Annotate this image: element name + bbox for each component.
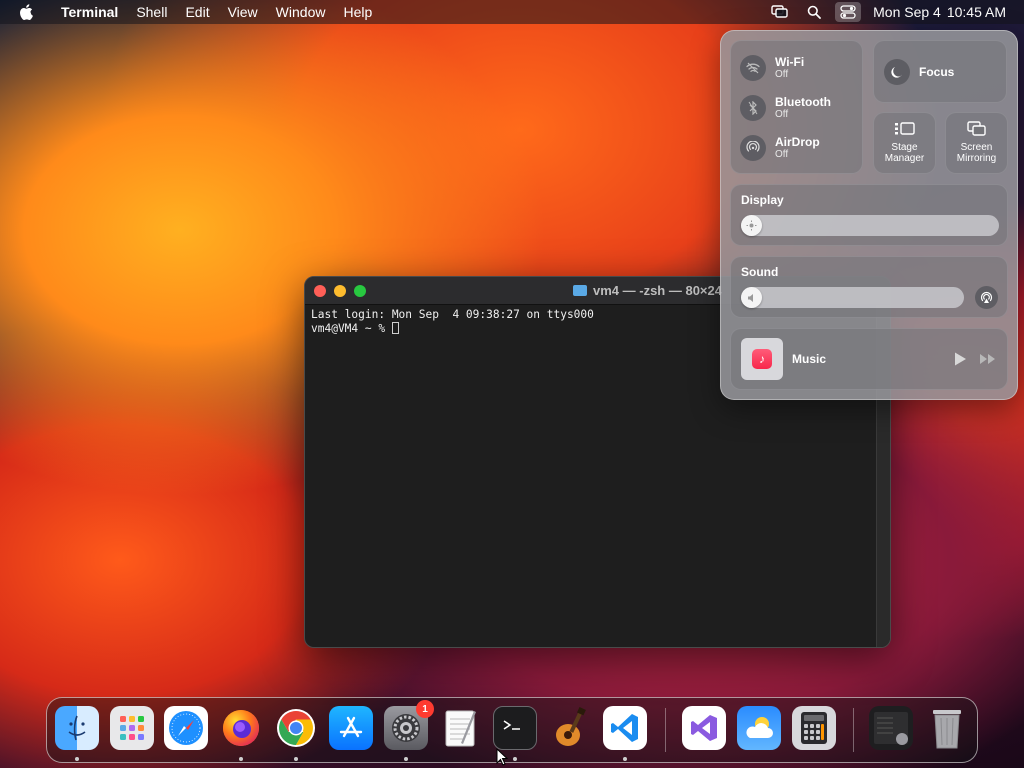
terminal-title-text: vm4 — -zsh — 80×24 [593,283,722,298]
spotlight-search-icon[interactable] [801,2,827,22]
dock-launchpad-icon[interactable] [110,706,154,750]
now-playing-module[interactable]: ♪ Music [730,328,1008,390]
sound-module: Sound [730,256,1008,318]
music-app-icon: ♪ [752,349,772,369]
dock-firefox-running-dot [239,757,243,761]
screen-mirroring-status-icon[interactable] [767,2,793,22]
bluetooth-status: Off [775,108,789,120]
screen-mirroring-icon [966,121,986,136]
dock-separator-2 [853,708,854,752]
dock-vscode-running-dot [623,757,627,761]
screen-mirroring-label-line2: Mirroring [956,153,997,164]
menu-window[interactable]: Window [267,0,335,24]
display-module: Display [730,184,1008,246]
display-brightness-slider[interactable] [741,215,999,236]
dock-chrome-running-dot [294,757,298,761]
dock-terminal-running-dot [513,757,517,761]
airdrop-icon [740,135,766,161]
music-label: Music [792,352,827,366]
speaker-icon[interactable] [741,287,762,308]
wifi-off-icon [740,55,766,81]
wifi-toggle[interactable]: Wi-Fi Off [740,55,804,81]
folder-icon [573,285,587,296]
dock-garageband-icon[interactable] [548,706,592,750]
stage-manager-label: Stage Manager [885,142,924,164]
dock-app-store-icon[interactable] [329,706,373,750]
dock-system-settings-running-dot [404,757,408,761]
control-center-panel: Wi-Fi Off Bluetooth Off AirDrop Off Focu… [720,30,1018,400]
dock-finder-running-dot [75,757,79,761]
dock-firefox-icon[interactable] [219,706,263,750]
menu-bar-clock[interactable]: Mon Sep 4 10:45 AM [865,4,1024,20]
screen-mirroring-label: Screen Mirroring [957,142,996,164]
clock-date: Mon Sep 4 [873,4,941,20]
terminal-cursor [391,322,399,334]
music-controls [953,351,997,367]
airdrop-toggle[interactable]: AirDrop Off [740,135,820,161]
dock-visual-studio-icon[interactable] [682,706,726,750]
bluetooth-off-icon [740,95,766,121]
wifi-label: Wi-Fi [775,54,805,69]
bluetooth-label: Bluetooth [775,94,831,109]
menu-help[interactable]: Help [334,0,381,24]
play-icon[interactable] [953,351,967,367]
dock: 1 [46,697,978,763]
menu-app-terminal[interactable]: Terminal [52,0,127,24]
stage-manager-label-line2: Manager [884,153,925,164]
menu-shell[interactable]: Shell [127,0,176,24]
screen-mirroring-label-line1: Screen [960,142,993,153]
display-title: Display [741,193,784,207]
dock-separator [665,708,666,752]
system-settings-badge: 1 [416,700,434,718]
focus-toggle[interactable]: Focus [873,40,1007,103]
dock-finder-icon[interactable] [55,706,99,750]
dock-textedit-icon[interactable] [439,706,483,750]
mouse-pointer-icon [496,748,508,766]
dock-system-settings-icon[interactable]: 1 [384,700,434,750]
connectivity-module: Wi-Fi Off Bluetooth Off AirDrop Off [730,40,863,174]
stage-manager-label-line1: Stage [891,142,918,153]
apple-menu-icon[interactable] [18,4,34,20]
dock-trash-icon[interactable] [925,706,969,750]
music-album-art: ♪ [741,338,783,380]
screen-mirroring-toggle[interactable]: Screen Mirroring [945,112,1008,174]
bluetooth-toggle[interactable]: Bluetooth Off [740,95,831,121]
airdrop-status: Off [775,148,789,160]
moon-icon [884,58,910,85]
stage-manager-toggle[interactable]: Stage Manager [873,112,936,174]
menu-view[interactable]: View [219,0,267,24]
dock-vscode-icon[interactable] [603,706,647,750]
dock-weather-icon[interactable] [737,706,781,750]
control-center-icon[interactable] [835,2,862,22]
brightness-icon[interactable] [741,215,762,236]
fast-forward-icon[interactable] [979,353,997,365]
focus-label: Focus [919,64,955,79]
sound-volume-slider[interactable] [741,287,964,308]
menu-bar: Terminal Shell Edit View Window Help Mon… [0,0,1024,24]
menu-edit[interactable]: Edit [176,0,218,24]
dock-downloads-stack-icon[interactable] [869,706,913,750]
stage-manager-icon [894,122,915,135]
clock-time: 10:45 AM [946,4,1006,20]
dock-terminal-icon[interactable] [493,706,537,750]
airplay-audio-button[interactable] [975,286,998,309]
terminal-prompt: vm4@VM4 ~ % [311,322,392,335]
airplay-audio-icon [980,291,993,303]
dock-chrome-icon[interactable] [274,706,318,750]
dock-calculator-icon[interactable] [792,706,836,750]
sound-title: Sound [741,265,779,279]
airdrop-label: AirDrop [775,134,820,149]
wifi-status: Off [775,68,789,80]
dock-safari-icon[interactable] [164,706,208,750]
